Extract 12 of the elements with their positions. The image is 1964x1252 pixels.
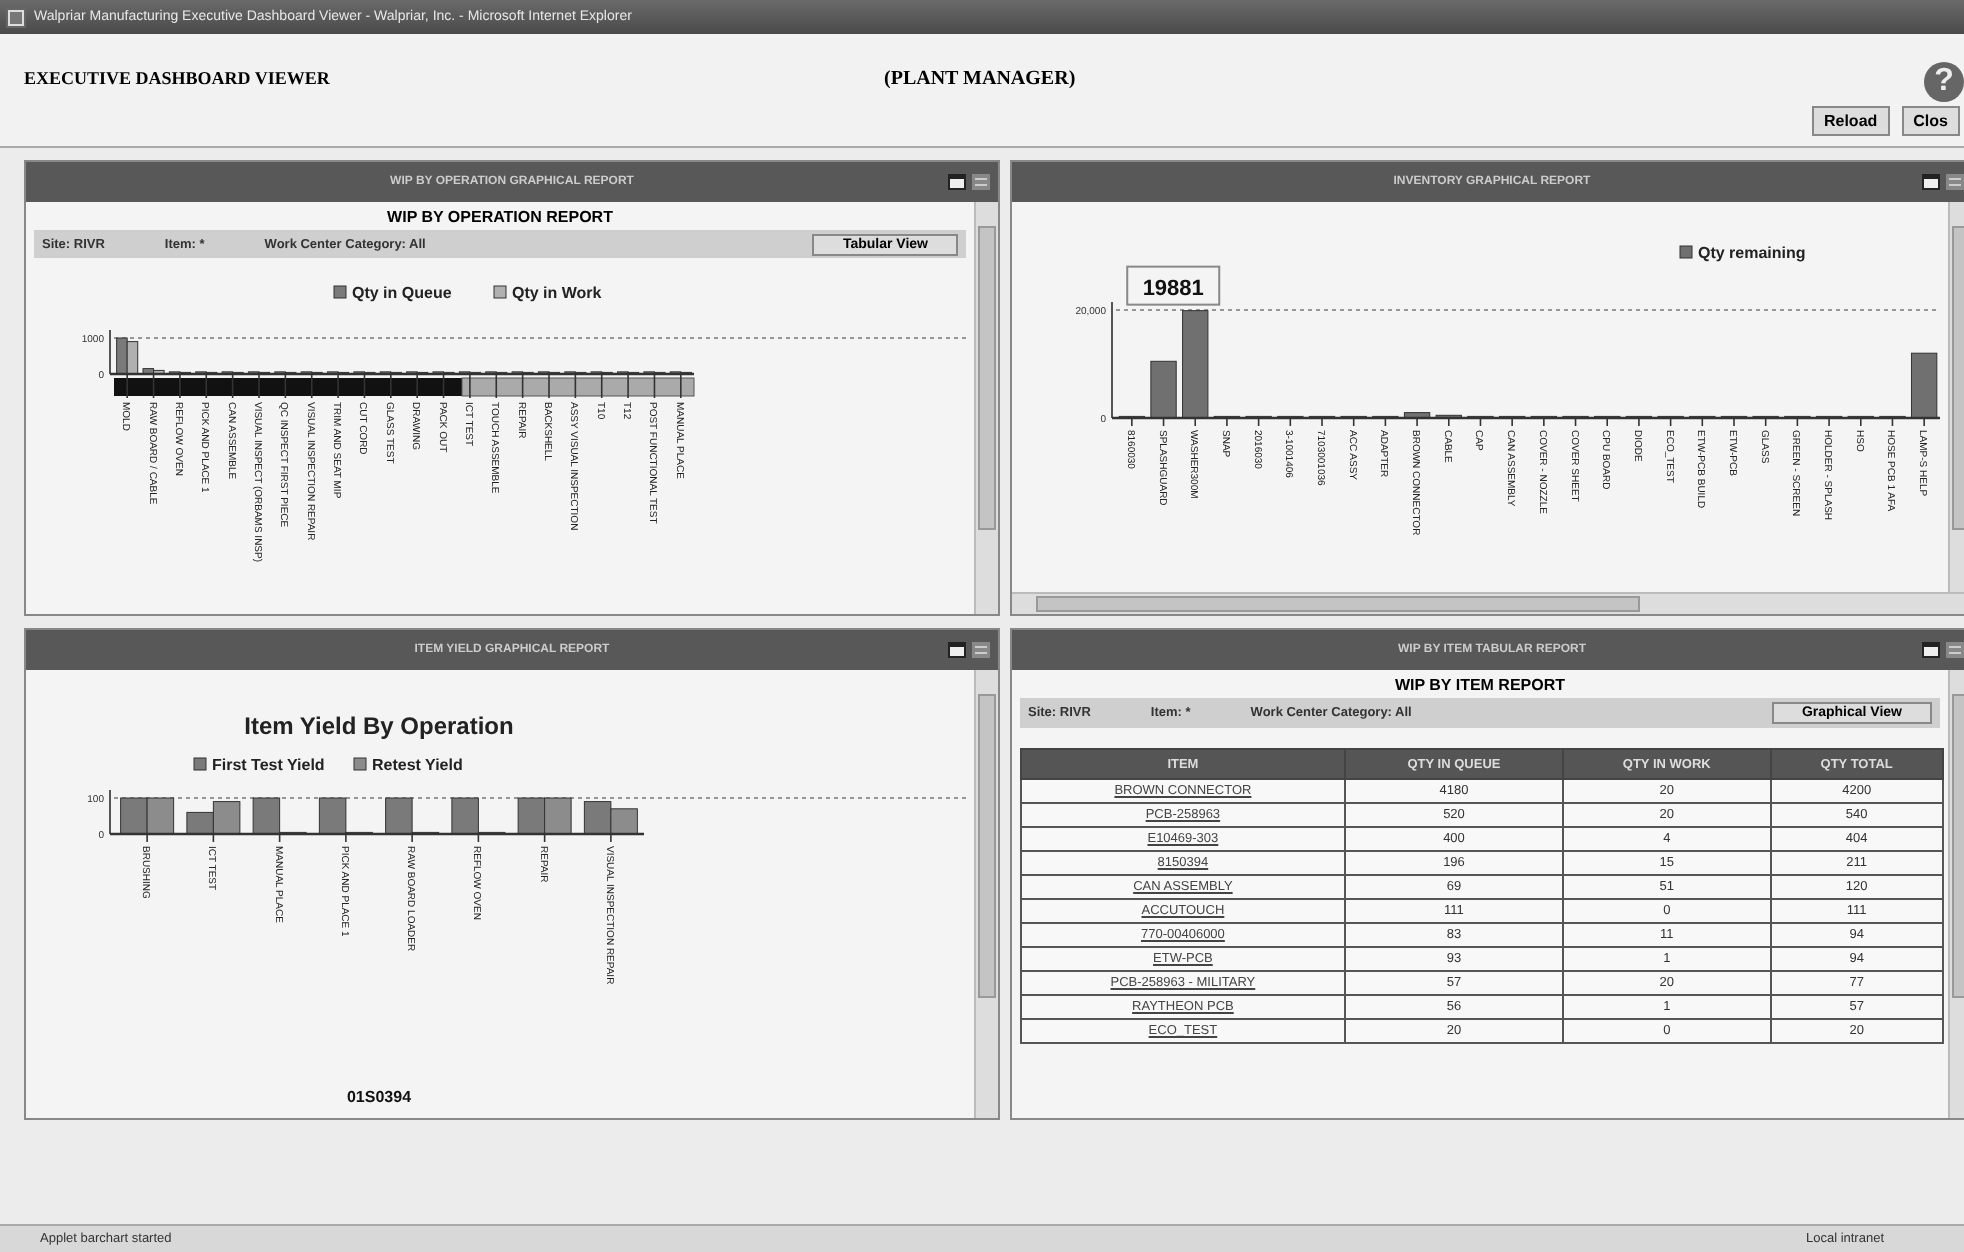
report-title: WIP BY ITEM REPORT (1392, 674, 1568, 698)
legend-label: First Test Yield (212, 756, 325, 774)
value-label: 19881 (1142, 276, 1204, 301)
legend-label: Qty in Work (512, 284, 602, 302)
chart-caption: 01S0394 (346, 1088, 412, 1106)
legend-label: Qty remaining (1698, 244, 1806, 262)
legend-label: Qty in Queue (352, 284, 452, 302)
app-title: EXECUTIVE DASHBOARD VIEWER (24, 66, 332, 88)
chart-title: Item Yield By Operation (244, 712, 514, 740)
legend-label: Retest Yield (372, 756, 463, 774)
report-title: WIP BY OPERATION REPORT (385, 206, 615, 230)
role-title: (PLANT MANAGER) (884, 65, 1078, 89)
